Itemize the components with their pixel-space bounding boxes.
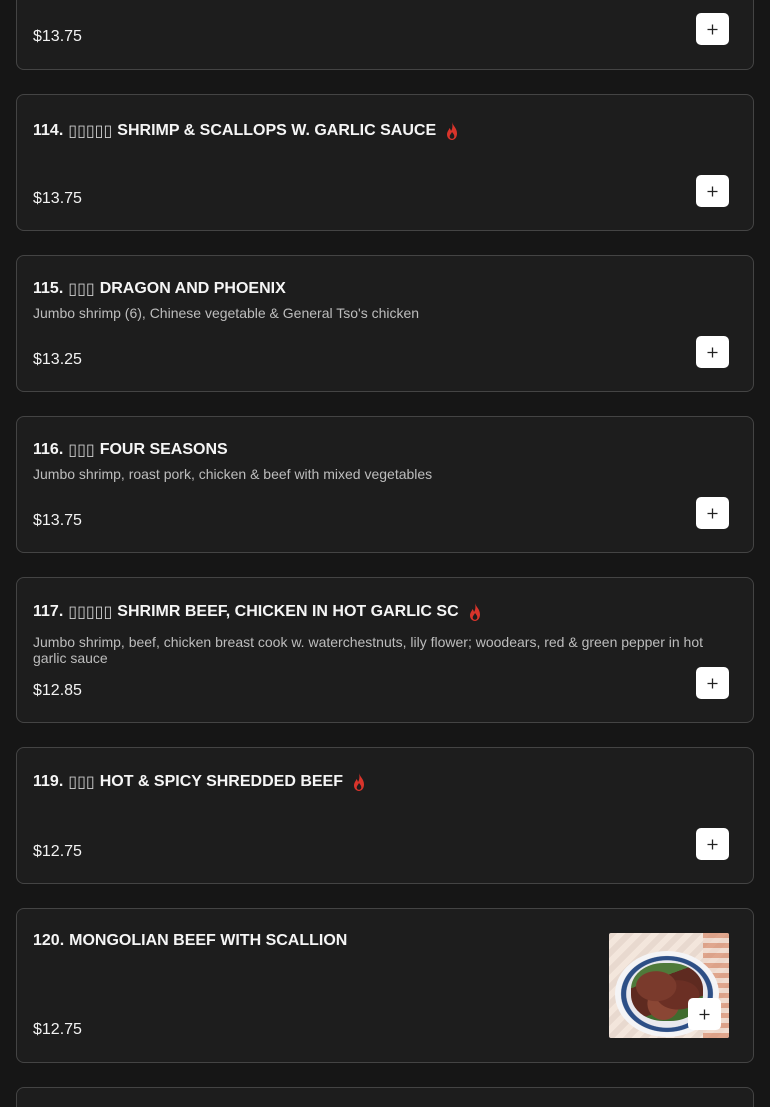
item-price: $13.75 bbox=[33, 512, 82, 529]
item-description: Jumbo shrimp, roast pork, chicken & beef… bbox=[33, 466, 433, 482]
item-price: $12.75 bbox=[33, 843, 82, 860]
item-title: 116. ▯▯▯ FOUR SEASONS bbox=[33, 440, 228, 460]
menu-item-card[interactable]: 119. ▯▯▯ HOT & SPICY SHREDDED BEEF $12.7… bbox=[16, 747, 754, 884]
item-number: 117. bbox=[33, 603, 64, 620]
item-name: HOT & SPICY SHREDDED BEEF bbox=[99, 773, 343, 790]
plus-icon bbox=[707, 839, 718, 849]
item-description: Jumbo shrimp, beef, chicken breast cook … bbox=[33, 634, 704, 666]
menu-item-card[interactable] bbox=[16, 1087, 754, 1107]
item-number: 119. bbox=[33, 773, 64, 790]
item-chinese-name: ▯▯▯▯▯ bbox=[68, 604, 113, 621]
item-name: DRAGON AND PHOENIX bbox=[99, 280, 286, 297]
menu-item-card[interactable]: $13.75 bbox=[16, 0, 754, 70]
plus-icon bbox=[707, 678, 718, 688]
flame-icon bbox=[469, 603, 480, 621]
item-number: 114. bbox=[33, 122, 64, 139]
add-to-cart-button[interactable] bbox=[696, 13, 729, 45]
item-name: SHRIMP & SCALLOPS W. GARLIC SAUCE bbox=[117, 122, 437, 139]
item-chinese-name: ▯▯▯ bbox=[68, 774, 95, 791]
plus-icon bbox=[707, 347, 718, 357]
item-title: 120. MONGOLIAN BEEF WITH SCALLION bbox=[33, 932, 347, 950]
item-title: 119. ▯▯▯ HOT & SPICY SHREDDED BEEF bbox=[33, 772, 367, 792]
item-number: 115. bbox=[33, 280, 64, 297]
plus-icon bbox=[707, 508, 718, 518]
add-to-cart-button[interactable] bbox=[696, 336, 729, 368]
menu-item-card[interactable]: 117. ▯▯▯▯▯ SHRIMR BEEF, CHICKEN IN HOT G… bbox=[16, 577, 754, 723]
add-to-cart-button[interactable] bbox=[688, 998, 721, 1030]
item-price: $12.85 bbox=[33, 682, 82, 699]
item-chinese-name: ▯▯▯ bbox=[68, 442, 95, 459]
add-to-cart-button[interactable] bbox=[696, 175, 729, 207]
add-to-cart-button[interactable] bbox=[696, 667, 729, 699]
menu-item-card[interactable]: 120. MONGOLIAN BEEF WITH SCALLION $12.75 bbox=[16, 908, 754, 1063]
item-name: MONGOLIAN BEEF WITH SCALLION bbox=[69, 932, 348, 949]
item-title: 115. ▯▯▯ DRAGON AND PHOENIX bbox=[33, 279, 286, 299]
item-number: 116. bbox=[33, 441, 64, 458]
item-price: $12.75 bbox=[33, 1021, 82, 1038]
plus-icon bbox=[707, 24, 718, 34]
item-title: 117. ▯▯▯▯▯ SHRIMR BEEF, CHICKEN IN HOT G… bbox=[33, 602, 483, 622]
item-price: $13.75 bbox=[33, 28, 82, 45]
item-name: FOUR SEASONS bbox=[99, 441, 228, 458]
item-chinese-name: ▯▯▯ bbox=[68, 281, 95, 298]
flame-icon bbox=[353, 773, 364, 791]
menu-item-card[interactable]: 115. ▯▯▯ DRAGON AND PHOENIX Jumbo shrimp… bbox=[16, 255, 754, 392]
plus-icon bbox=[699, 1009, 710, 1019]
item-price: $13.75 bbox=[33, 190, 82, 207]
item-number: 120. bbox=[33, 932, 65, 949]
add-to-cart-button[interactable] bbox=[696, 497, 729, 529]
add-to-cart-button[interactable] bbox=[696, 828, 729, 860]
item-chinese-name: ▯▯▯▯▯ bbox=[68, 123, 113, 140]
plus-icon bbox=[707, 186, 718, 196]
item-description: Jumbo shrimp (6), Chinese vegetable & Ge… bbox=[33, 305, 420, 321]
item-title: 114. ▯▯▯▯▯ SHRIMP & SCALLOPS W. GARLIC S… bbox=[33, 121, 460, 141]
flame-icon bbox=[447, 122, 458, 140]
item-name: SHRIMR BEEF, CHICKEN IN HOT GARLIC SC bbox=[117, 603, 459, 620]
menu-item-card[interactable]: 114. ▯▯▯▯▯ SHRIMP & SCALLOPS W. GARLIC S… bbox=[16, 94, 754, 231]
item-price: $13.25 bbox=[33, 351, 82, 368]
menu-item-card[interactable]: 116. ▯▯▯ FOUR SEASONS Jumbo shrimp, roas… bbox=[16, 416, 754, 553]
